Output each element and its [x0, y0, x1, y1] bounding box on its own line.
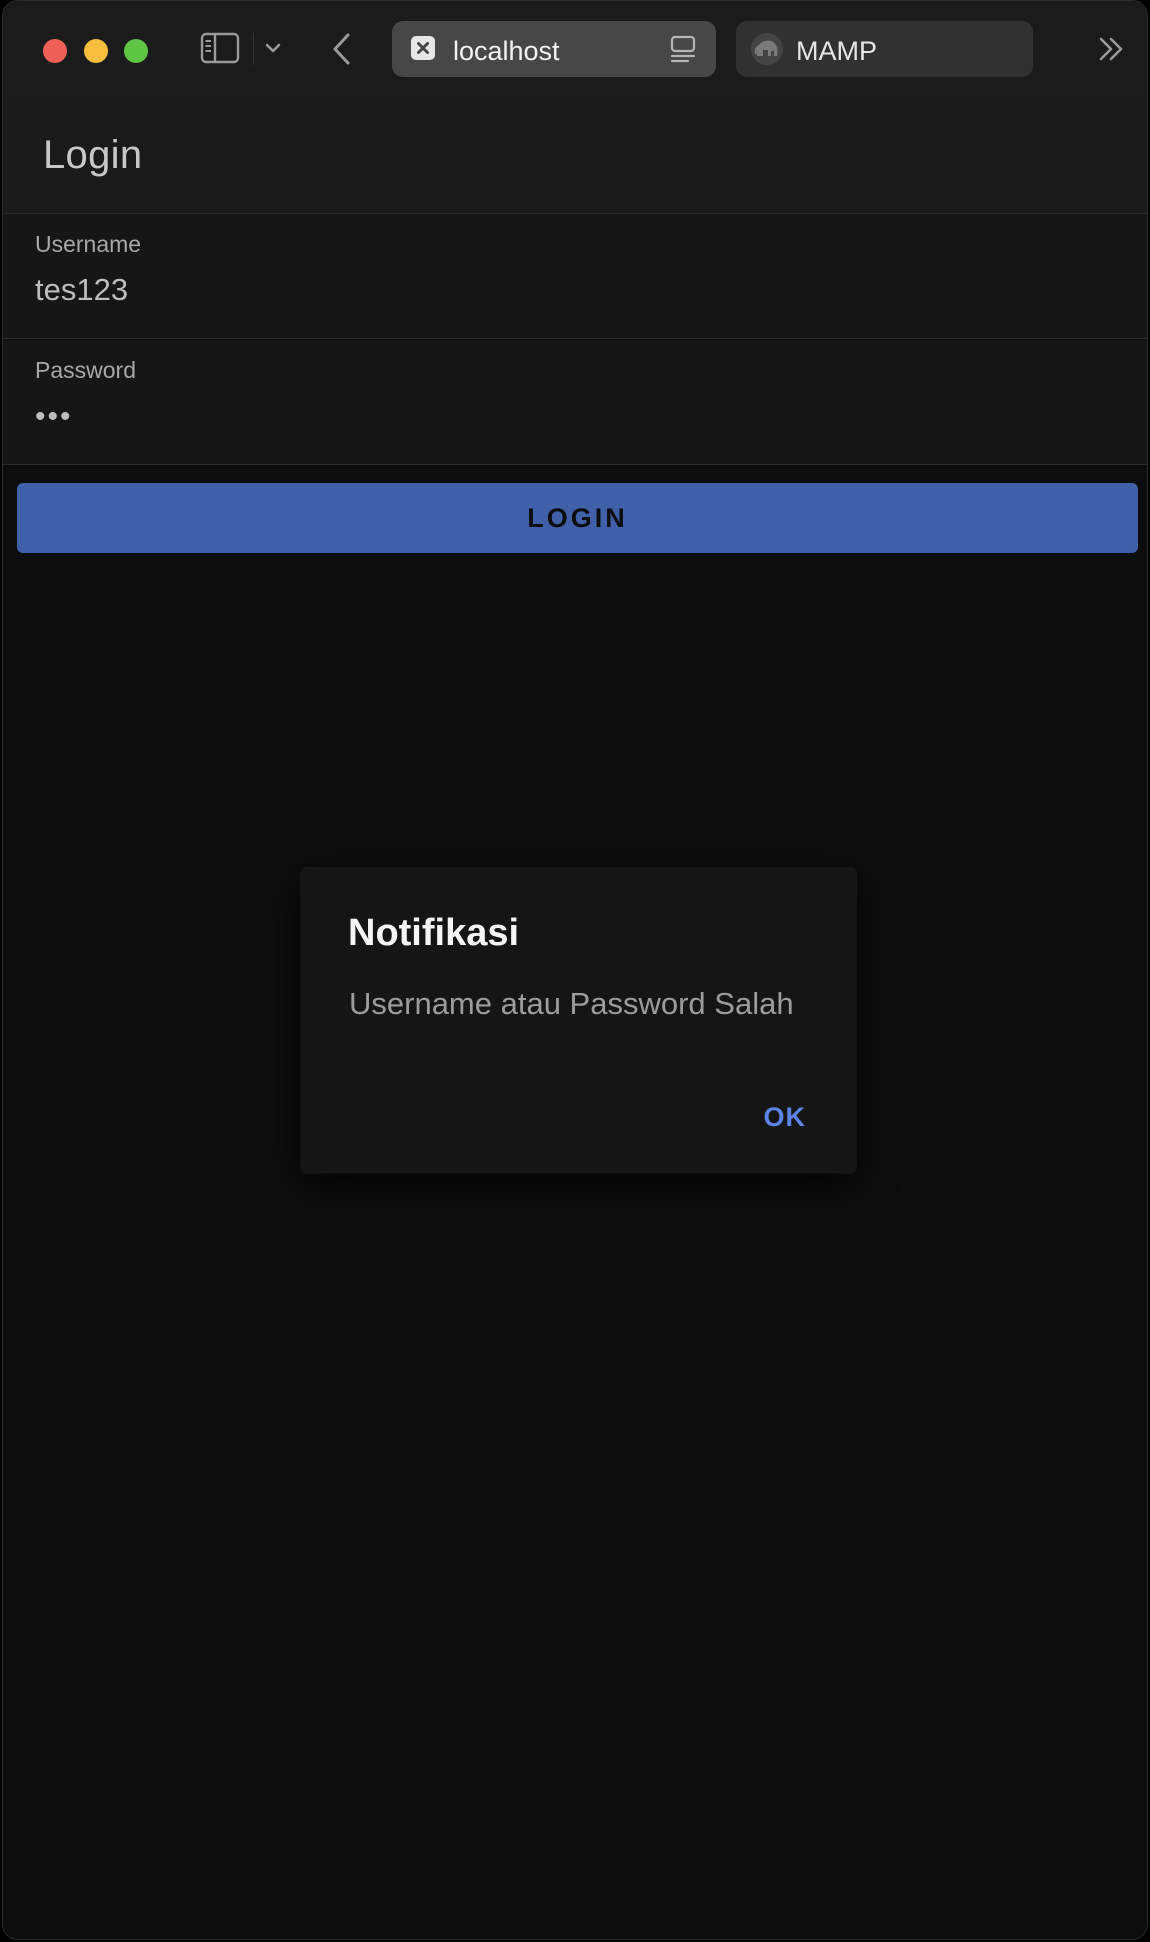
username-field[interactable]: Username [3, 214, 1147, 339]
close-window-button[interactable] [43, 39, 67, 63]
username-input[interactable] [35, 272, 935, 308]
password-field[interactable]: Password ••• [3, 340, 1147, 465]
zoom-window-button[interactable] [124, 39, 148, 63]
app-header: Login [3, 99, 1147, 214]
minimize-window-button[interactable] [84, 39, 108, 63]
password-input[interactable]: ••• [35, 400, 935, 434]
alert-dialog: Notifikasi Username atau Password Salah … [301, 868, 856, 1173]
page-title: Login [43, 133, 143, 177]
browser-toolbar: localhost MAMP [3, 1, 1147, 100]
login-button[interactable]: LOGIN [17, 483, 1138, 553]
close-box-icon [410, 35, 436, 61]
password-label: Password [35, 357, 136, 383]
toolbar-divider [253, 33, 254, 65]
elephant-icon [750, 33, 784, 65]
web-content: Login Username Password ••• LOGIN Notifi… [3, 99, 1147, 1939]
dialog-message: Username atau Password Salah [349, 986, 794, 1021]
double-chevron-right-icon[interactable] [1095, 31, 1129, 67]
back-arrow-icon[interactable] [327, 29, 357, 69]
dialog-title: Notifikasi [348, 912, 520, 954]
tab-mamp[interactable]: MAMP [736, 21, 1033, 77]
chevron-down-icon[interactable] [261, 35, 285, 61]
tab-title: MAMP [796, 36, 877, 66]
sidebar-toggle-icon[interactable] [199, 31, 241, 65]
tab-localhost[interactable]: localhost [392, 21, 716, 77]
ok-button[interactable]: OK [764, 1102, 807, 1133]
tab-title: localhost [453, 36, 560, 66]
username-label: Username [35, 231, 142, 257]
browser-window: localhost MAMP Login Username tes123 Pas… [2, 0, 1148, 1940]
reader-view-icon[interactable] [670, 35, 696, 63]
